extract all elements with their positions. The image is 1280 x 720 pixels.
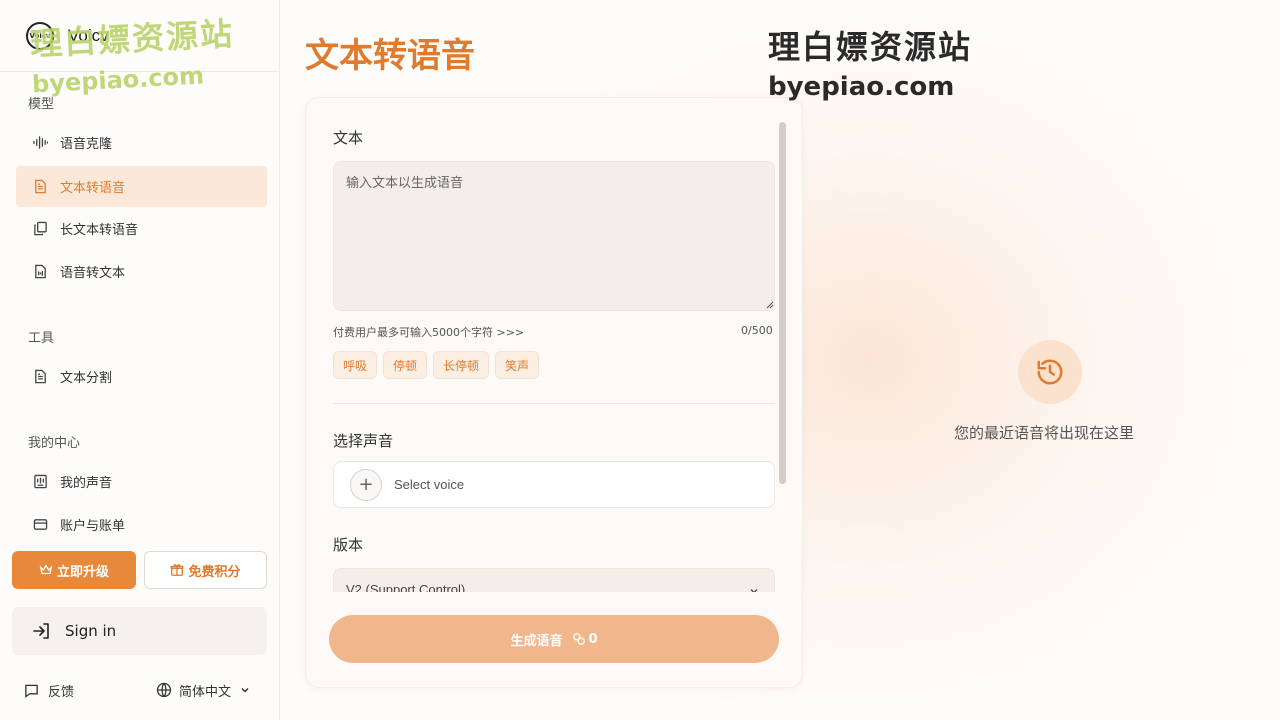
generate-cost: 0 — [588, 631, 598, 647]
select-voice-placeholder: Select voice — [394, 477, 465, 492]
crown-icon — [39, 564, 53, 575]
nav-item-label: 我的声音 — [60, 476, 113, 491]
version-field-label: 版本 — [333, 536, 364, 554]
history-empty-text: 您的最近语音将出现在这里 — [954, 424, 1135, 442]
nav-item-label: 文本转语音 — [60, 181, 126, 196]
tag-long-pause[interactable]: 长停顿 — [433, 351, 490, 379]
resize-handle-icon[interactable] — [764, 299, 774, 309]
select-voice-button[interactable]: + Select voice — [333, 461, 775, 508]
credits-icon — [573, 633, 586, 645]
plus-icon: + — [350, 468, 382, 501]
section-label-my-center: 我的中心 — [28, 436, 81, 451]
nav-item-text-split[interactable]: 文本分割 — [16, 356, 267, 397]
nav-item-text-to-speech[interactable]: 文本转语音 — [16, 166, 267, 207]
feedback-label: 反馈 — [48, 684, 75, 700]
tag-pause[interactable]: 停顿 — [383, 351, 428, 379]
free-credits-button-label: 免费积分 — [188, 564, 241, 580]
tag-laugh[interactable]: 笑声 — [495, 351, 540, 379]
nav-item-label: 语音转文本 — [60, 266, 126, 281]
form-scrollbar[interactable] — [779, 122, 786, 484]
nav-item-label: 长文本转语音 — [60, 223, 139, 238]
generate-speech-button[interactable]: 生成语音 0 — [329, 615, 779, 663]
chevron-down-icon — [750, 588, 758, 592]
language-selector[interactable]: 简体中文 — [156, 680, 251, 700]
version-value: V2 (Support Control) — [346, 582, 466, 592]
character-limit-hint[interactable]: 付费用户最多可输入5000个字符 >>> — [333, 324, 524, 340]
nav-item-label: 账户与账单 — [60, 519, 126, 534]
version-select[interactable]: V2 (Support Control) — [333, 568, 775, 592]
nav-item-my-voices[interactable]: 我的声音 — [16, 461, 267, 502]
divider — [333, 403, 775, 404]
waveform-icon — [32, 135, 48, 151]
watermark-text: 理白嫖资源站 — [768, 28, 973, 66]
section-label-tools: 工具 — [28, 331, 55, 346]
document-icon — [32, 179, 48, 195]
nav-item-speech-to-text[interactable]: 语音转文本 — [16, 251, 267, 292]
chevron-down-icon — [241, 687, 249, 693]
history-empty-badge — [1018, 340, 1082, 404]
gift-icon — [171, 564, 184, 576]
character-counter: 0/500 — [741, 324, 773, 337]
nav-item-voice-clone[interactable]: 语音克隆 — [16, 122, 267, 163]
page-title: 文本转语音 — [305, 36, 475, 76]
sidebar: Voicv Voicv 模型 语音克隆 文本转语音 长文本转语音 语音转文本 工… — [0, 0, 280, 720]
upgrade-button[interactable]: 立即升级 — [12, 551, 136, 589]
language-label: 简体中文 — [179, 684, 232, 700]
document-icon — [32, 369, 48, 385]
watermark-url: byepiao.com — [768, 72, 955, 102]
text-input[interactable] — [333, 161, 775, 311]
voice-library-icon — [32, 474, 48, 490]
nav-item-label: 语音克隆 — [60, 137, 113, 152]
globe-icon — [156, 682, 172, 698]
voice-field-label: 选择声音 — [333, 432, 394, 450]
free-credits-button[interactable]: 免费积分 — [144, 551, 267, 589]
credit-card-icon — [32, 517, 48, 533]
upgrade-button-label: 立即升级 — [56, 564, 109, 580]
copy-documents-icon — [32, 221, 48, 237]
tag-breath[interactable]: 呼吸 — [333, 351, 378, 379]
feedback-button[interactable]: 反馈 — [24, 680, 74, 700]
nav-item-label: 文本分割 — [60, 371, 113, 386]
history-icon — [1037, 359, 1063, 385]
generate-button-label: 生成语音 — [510, 633, 563, 649]
chat-bubble-icon — [25, 684, 38, 698]
text-field-label: 文本 — [333, 129, 364, 147]
audio-file-icon — [32, 264, 48, 280]
sign-in-icon — [33, 623, 49, 639]
nav-item-long-text-to-speech[interactable]: 长文本转语音 — [16, 208, 267, 249]
nav-item-account-billing[interactable]: 账户与账单 — [16, 504, 267, 545]
sign-in-button[interactable]: Sign in — [12, 607, 267, 655]
sign-in-label: Sign in — [65, 622, 117, 640]
